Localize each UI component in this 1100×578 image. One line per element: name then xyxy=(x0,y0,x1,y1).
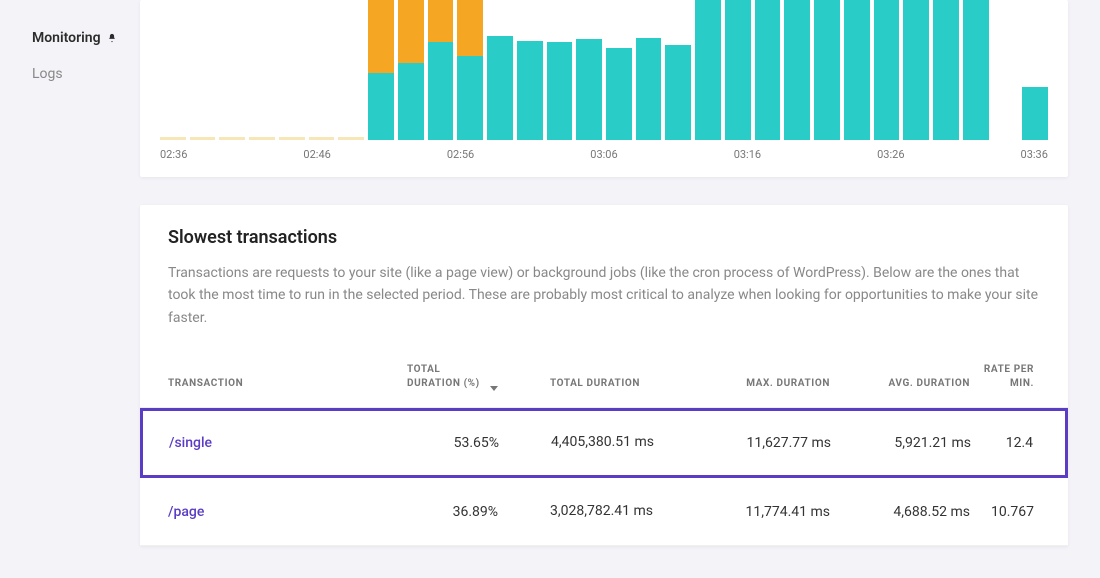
chart-bar[interactable] xyxy=(576,0,602,140)
sidebar-item-logs[interactable]: Logs xyxy=(0,56,140,92)
col-total-duration[interactable]: TOTAL DURATION xyxy=(550,377,690,391)
chart-area xyxy=(160,0,1048,140)
chart-bar[interactable] xyxy=(963,0,989,140)
cell-avg-duration: 4,688.52 ms xyxy=(830,504,970,520)
chart-bar[interactable] xyxy=(874,0,900,140)
col-avg-duration[interactable]: AVG. DURATION xyxy=(830,377,970,391)
chart-bar[interactable] xyxy=(249,0,275,140)
chart-bar[interactable] xyxy=(547,0,573,140)
chart-bar[interactable] xyxy=(160,0,186,140)
chart-bar[interactable] xyxy=(457,0,483,140)
table-row[interactable]: /single 53.65% 4,405,380.51 ms11,627.77 ms… xyxy=(140,408,1068,478)
chart-bar[interactable] xyxy=(636,0,662,140)
cell-max-duration: 11,627.77 ms xyxy=(691,435,831,451)
sidebar: Monitoring Logs xyxy=(0,0,140,578)
col-transaction[interactable]: TRANSACTION xyxy=(168,377,388,391)
chart-bar[interactable] xyxy=(903,0,929,140)
col-rate[interactable]: RATE PER MIN. xyxy=(970,363,1040,391)
slowest-transactions-card: Slowest transactions Transactions are re… xyxy=(140,205,1068,546)
chart-bar[interactable] xyxy=(428,0,454,140)
chart-bar[interactable] xyxy=(755,0,781,140)
x-tick: 02:46 xyxy=(303,148,330,161)
chart-bar[interactable] xyxy=(219,0,245,140)
section-description: Transactions are requests to your site (… xyxy=(168,262,1040,329)
table-body: /single 53.65% 4,405,380.51 ms11,627.77 ms… xyxy=(140,408,1068,546)
main-content: 02:36 02:46 02:56 03:06 03:16 03:26 03:36 Slow… xyxy=(140,0,1100,546)
sidebar-item-label: Monitoring xyxy=(32,30,101,46)
bell-icon xyxy=(107,33,117,43)
x-tick: 03:26 xyxy=(877,148,904,161)
chart-bar[interactable] xyxy=(309,0,335,140)
chart-bar[interactable] xyxy=(517,0,543,140)
table-row[interactable]: /page 36.89% 3,028,782.41 ms11,774.41 ms4,… xyxy=(140,478,1068,547)
x-tick: 02:56 xyxy=(447,148,474,161)
cell-total-duration: 3,028,782.41 ms xyxy=(550,502,690,522)
x-tick: 03:36 xyxy=(1021,148,1048,161)
section-title: Slowest transactions xyxy=(168,227,1040,248)
cell-duration-pct: 53.65% xyxy=(389,435,499,451)
chart-bar[interactable] xyxy=(784,0,810,140)
col-label: TOTAL DURATION (%) xyxy=(407,363,487,391)
cell-total-duration: 4,405,380.51 ms xyxy=(551,433,691,453)
chart-bar[interactable] xyxy=(844,0,870,140)
chart-bar[interactable] xyxy=(993,0,1019,140)
chart-bar[interactable] xyxy=(665,0,691,140)
sidebar-item-label: Logs xyxy=(32,66,63,82)
transaction-link[interactable]: /single xyxy=(169,435,212,451)
chart-bar[interactable] xyxy=(606,0,632,140)
sidebar-item-monitoring[interactable]: Monitoring xyxy=(0,20,140,56)
x-tick: 03:06 xyxy=(590,148,617,161)
chart-bar[interactable] xyxy=(1022,0,1048,140)
chart-bar[interactable] xyxy=(725,0,751,140)
x-tick: 03:16 xyxy=(734,148,761,161)
transaction-link[interactable]: /page xyxy=(168,504,204,520)
col-max-duration[interactable]: MAX. DURATION xyxy=(690,377,830,391)
chart-bars xyxy=(160,0,1048,140)
x-tick: 02:36 xyxy=(160,148,187,161)
chart-card: 02:36 02:46 02:56 03:06 03:16 03:26 03:36 xyxy=(140,0,1068,177)
table-header: TRANSACTION TOTAL DURATION (%) TOTAL DUR… xyxy=(140,353,1068,408)
chart-bar[interactable] xyxy=(398,0,424,140)
sort-desc-icon xyxy=(490,381,498,391)
chart-bar[interactable] xyxy=(279,0,305,140)
chart-bar[interactable] xyxy=(487,0,513,140)
chart-bar[interactable] xyxy=(190,0,216,140)
cell-avg-duration: 5,921.21 ms xyxy=(831,435,971,451)
cell-rate: 10.767 xyxy=(970,504,1040,520)
cell-max-duration: 11,774.41 ms xyxy=(690,504,830,520)
chart-bar[interactable] xyxy=(368,0,394,140)
cell-duration-pct: 36.89% xyxy=(388,504,498,520)
chart-bar[interactable] xyxy=(695,0,721,140)
chart-bar[interactable] xyxy=(933,0,959,140)
chart-bar[interactable] xyxy=(338,0,364,140)
chart-x-axis: 02:36 02:46 02:56 03:06 03:16 03:26 03:36 xyxy=(160,148,1048,161)
chart-bar[interactable] xyxy=(814,0,840,140)
cell-rate: 12.4 xyxy=(971,435,1039,451)
col-duration-pct[interactable]: TOTAL DURATION (%) xyxy=(388,363,498,391)
